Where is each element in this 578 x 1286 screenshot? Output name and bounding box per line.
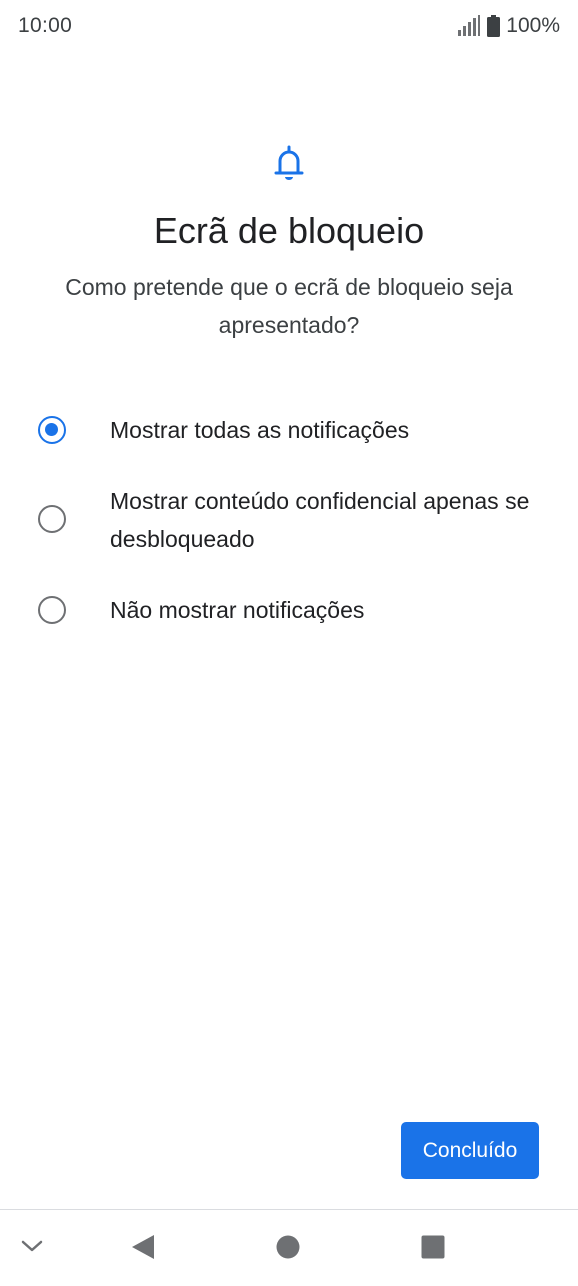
option-label: Mostrar conteúdo confidencial apenas se … xyxy=(110,488,530,552)
battery-icon xyxy=(487,15,501,37)
recents-icon[interactable] xyxy=(421,1235,445,1259)
home-icon[interactable] xyxy=(276,1235,300,1259)
option-hide-notifications[interactable]: Não mostrar notificações xyxy=(0,588,578,632)
status-icons: 100% xyxy=(457,14,560,38)
page-title: Ecrã de bloqueio xyxy=(153,210,425,251)
option-show-all-notifications[interactable]: Mostrar todas as notificações xyxy=(0,408,578,452)
option-label: Não mostrar notificações xyxy=(110,597,365,623)
status-time: 10:00 xyxy=(18,14,73,37)
page-subtitle: Como pretende que o ecrã de bloqueio sej… xyxy=(65,274,513,338)
chevron-down-icon[interactable] xyxy=(20,1238,44,1254)
radio-button[interactable] xyxy=(38,596,66,624)
option-label: Mostrar todas as notificações xyxy=(110,417,410,443)
status-bar: 10:00 100% xyxy=(0,0,578,56)
nav-bar xyxy=(0,1210,578,1286)
radio-button[interactable] xyxy=(38,505,66,533)
battery-percent: 100% xyxy=(506,14,560,37)
done-button[interactable]: Concluído xyxy=(401,1122,539,1179)
signal-icon xyxy=(458,15,481,36)
bell-icon xyxy=(274,145,304,180)
back-icon[interactable] xyxy=(130,1234,156,1260)
option-show-sensitive-unlocked-only[interactable]: Mostrar conteúdo confidencial apenas se … xyxy=(0,482,578,558)
radio-button-checked[interactable] xyxy=(38,416,66,444)
